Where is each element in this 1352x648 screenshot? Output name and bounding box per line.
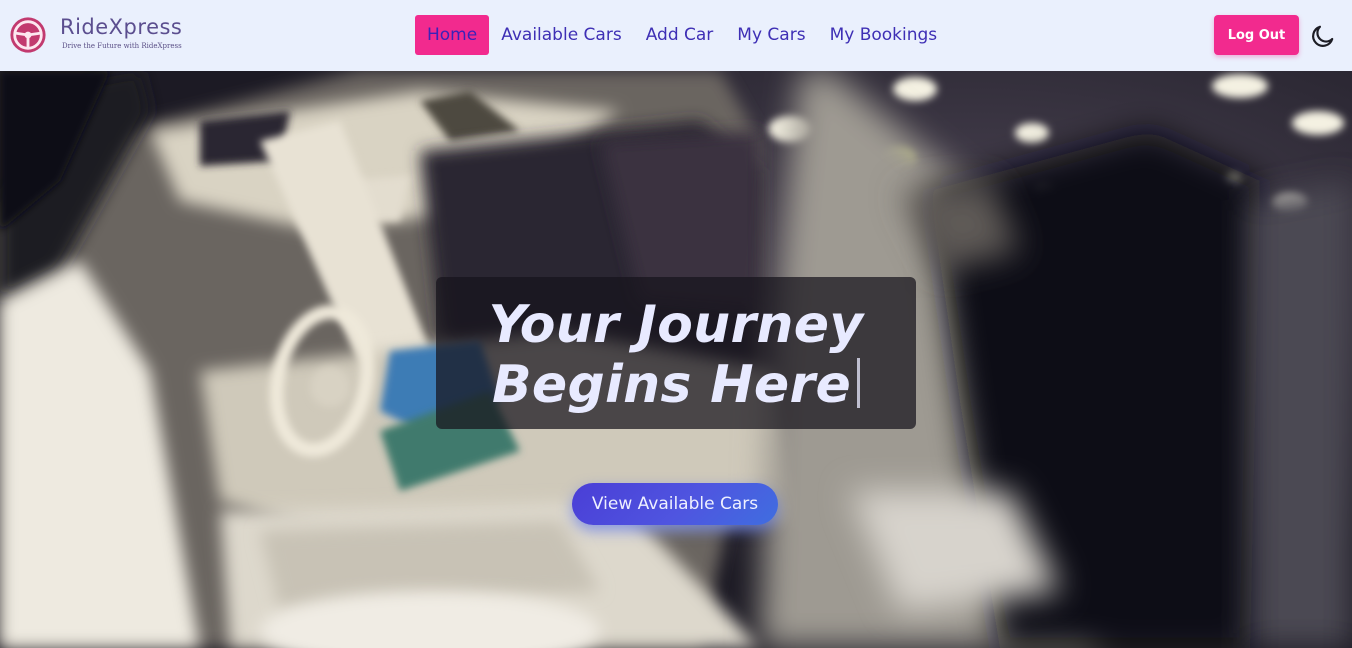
steering-wheel-icon xyxy=(10,17,46,53)
brand-tagline: Drive the Future with RideXpress xyxy=(62,42,182,50)
nav-link-home[interactable]: Home xyxy=(415,15,490,55)
brand-name: RideXpress xyxy=(60,15,183,39)
hero-headline-line-1: Your Journey xyxy=(488,295,864,355)
navbar: RideXpress Drive the Future with RideXpr… xyxy=(0,0,1352,71)
typing-cursor xyxy=(857,358,861,408)
hero-headline: Your Journey Begins Here xyxy=(436,295,916,415)
nav-link-my-cars[interactable]: My Cars xyxy=(725,15,817,55)
hero-headline-line-2: Begins Here xyxy=(491,355,852,415)
hero-section: Your Journey Begins Here View Available … xyxy=(0,71,1352,648)
headline-panel: Your Journey Begins Here xyxy=(436,277,916,429)
nav-link-my-bookings[interactable]: My Bookings xyxy=(818,15,950,55)
view-available-cars-button[interactable]: View Available Cars xyxy=(572,483,778,525)
nav-link-add-car[interactable]: Add Car xyxy=(634,15,726,55)
nav-link-available-cars[interactable]: Available Cars xyxy=(489,15,634,55)
brand[interactable]: RideXpress Drive the Future with RideXpr… xyxy=(9,16,182,54)
moon-icon[interactable] xyxy=(1310,23,1336,49)
logout-button[interactable]: Log Out xyxy=(1214,15,1299,55)
main-nav: Home Available Cars Add Car My Cars My B… xyxy=(415,15,949,55)
